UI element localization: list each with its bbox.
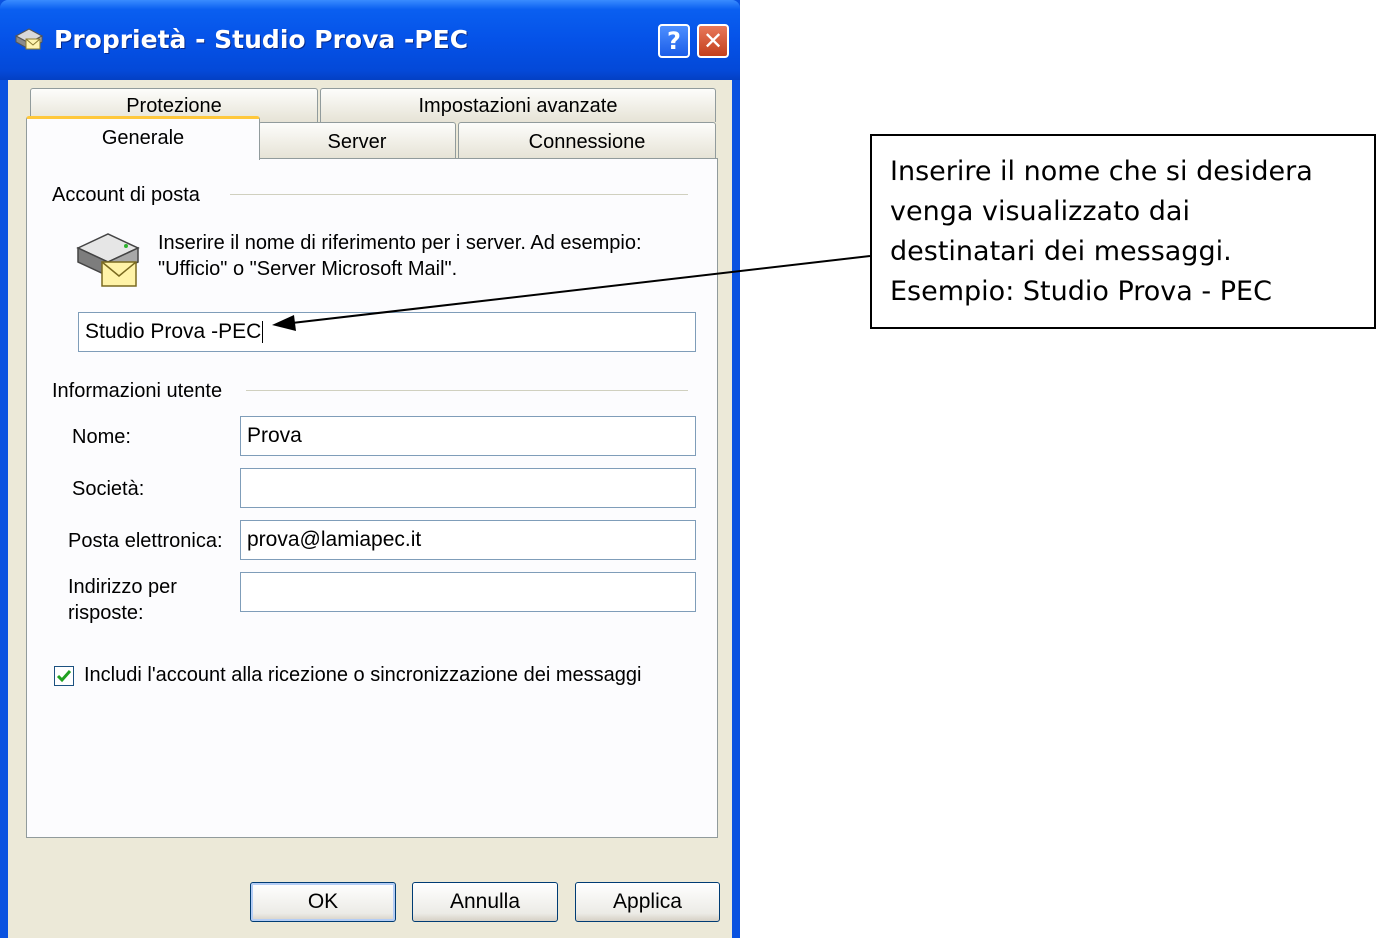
close-button[interactable]: ✕ — [697, 24, 729, 58]
reply-label-line2: risposte: — [68, 602, 144, 624]
account-description: Inserire il nome di riferimento per i se… — [158, 230, 698, 282]
email-input[interactable]: prova@lamiapec.it — [240, 520, 696, 560]
account-name-value: Studio Prova -PEC — [85, 320, 262, 343]
nome-input[interactable]: Prova — [240, 416, 696, 456]
account-group-label: Account di posta — [52, 184, 200, 206]
account-description-line2: "Ufficio" o "Server Microsoft Mail". — [158, 258, 458, 280]
email-label: Posta elettronica: — [68, 530, 223, 552]
tab-impostazioni-avanzate[interactable]: Impostazioni avanzate — [320, 88, 716, 122]
tab-generale[interactable]: Generale — [26, 116, 260, 160]
nome-label: Nome: — [72, 426, 131, 448]
callout-line3: destinatari dei messaggi. — [890, 236, 1232, 267]
ok-button[interactable]: OK — [250, 882, 396, 922]
annotation-callout: Inserire il nome che si desidera venga v… — [870, 134, 1376, 329]
reply-label-line1: Indirizzo per — [68, 576, 177, 598]
account-description-line1: Inserire il nome di riferimento per i se… — [158, 232, 642, 254]
user-info-group-divider — [246, 390, 688, 391]
properties-dialog: Proprietà - Studio Prova -PEC ? ✕ Protez… — [0, 0, 740, 938]
callout-line2: venga visualizzato dai — [890, 196, 1190, 227]
account-icon — [14, 28, 44, 50]
reply-address-label: Indirizzo per risposte: — [68, 574, 177, 626]
include-account-label[interactable]: Includi l'account alla ricezione o sincr… — [84, 664, 641, 687]
tab-server[interactable]: Server — [258, 122, 456, 158]
tab-connessione[interactable]: Connessione — [458, 122, 716, 158]
dialog-client-area: Protezione Impostazioni avanzate Server … — [8, 80, 732, 938]
mail-server-icon — [76, 233, 140, 287]
text-cursor — [262, 321, 264, 344]
help-button[interactable]: ? — [658, 24, 690, 58]
annulla-button[interactable]: Annulla — [412, 882, 558, 922]
check-mark-icon — [56, 670, 72, 683]
callout-line4: Esempio: Studio Prova - PEC — [890, 276, 1272, 307]
user-info-group-label: Informazioni utente — [52, 380, 223, 402]
callout-line1: Inserire il nome che si desidera — [890, 156, 1313, 187]
account-group-divider — [230, 194, 688, 195]
reply-address-input[interactable] — [240, 572, 696, 612]
account-name-input[interactable]: Studio Prova -PEC — [78, 312, 696, 352]
title-bar[interactable]: Proprietà - Studio Prova -PEC ? ✕ — [0, 0, 740, 80]
window-title: Proprietà - Studio Prova -PEC — [54, 25, 469, 54]
applica-button[interactable]: Applica — [575, 882, 720, 922]
societa-input[interactable] — [240, 468, 696, 508]
societa-label: Società: — [72, 478, 145, 500]
include-account-checkbox[interactable] — [54, 666, 74, 686]
